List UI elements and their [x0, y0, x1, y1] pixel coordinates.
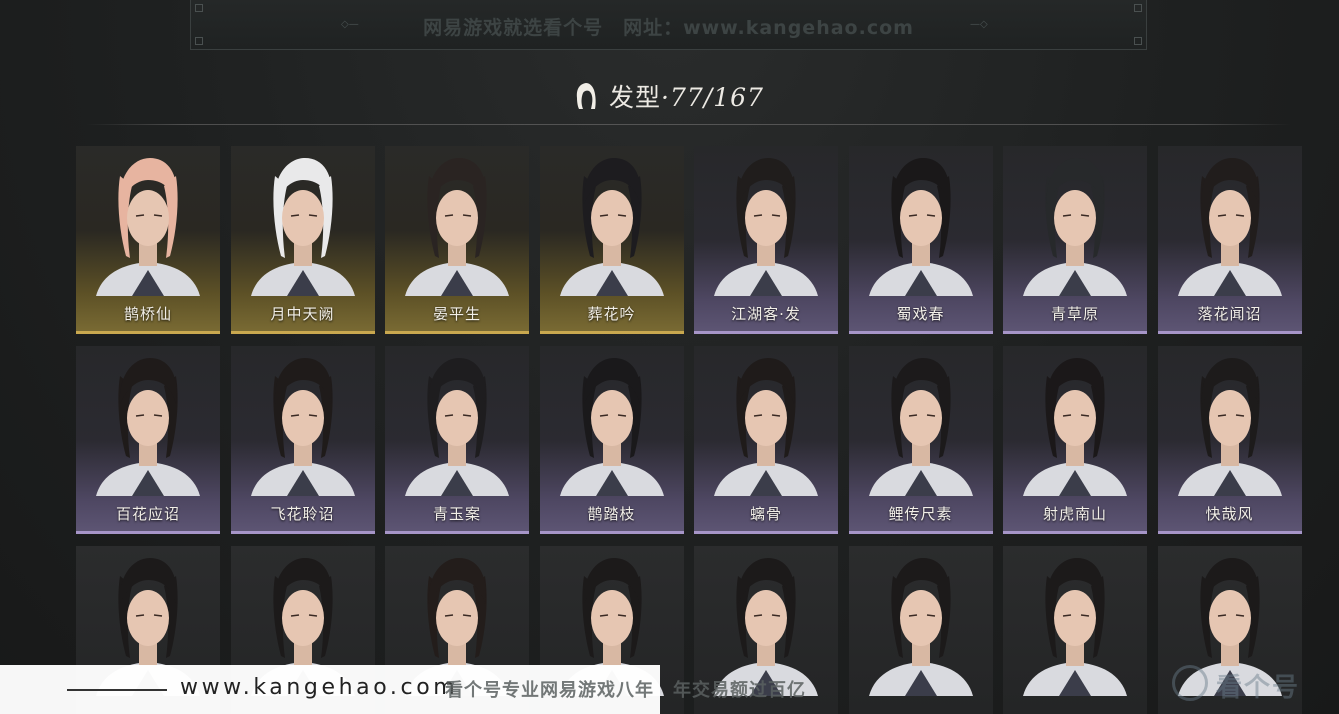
character-portrait [96, 358, 200, 496]
hairstyle-card[interactable] [1003, 546, 1147, 714]
character-portrait [1177, 158, 1282, 296]
hairstyle-card[interactable]: 百花应诏 [76, 346, 220, 534]
character-portrait [1023, 358, 1127, 496]
character-portrait [559, 158, 664, 296]
hairstyle-card[interactable]: 月中天阙 [230, 146, 375, 334]
character-portrait [1023, 158, 1127, 296]
ornament-icon: —◇ [970, 19, 988, 30]
hairstyle-name: 蜀戏春 [896, 305, 945, 323]
character-portrait [250, 358, 355, 496]
hairstyle-card[interactable]: 射虎南山 [1003, 346, 1147, 534]
hairstyle-card[interactable] [848, 546, 993, 714]
hairstyle-card[interactable]: 鲤传尺素 [848, 346, 993, 534]
character-portrait [868, 158, 973, 296]
hairstyle-name: 葬花吟 [587, 305, 636, 323]
hairstyle-name: 晏平生 [432, 305, 481, 323]
character-portrait [559, 358, 664, 496]
hairstyle-card[interactable]: 快哉风 [1157, 346, 1302, 534]
hairstyle-name: 鲤传尺素 [888, 505, 953, 523]
title-label: 发型 [609, 83, 662, 112]
hairstyle-card[interactable]: 飞花聆诏 [230, 346, 375, 534]
character-portrait [96, 158, 200, 296]
hairstyle-card[interactable]: 葬花吟 [539, 146, 684, 334]
character-portrait [250, 158, 355, 296]
character-portrait [1177, 358, 1282, 496]
hairstyle-card[interactable]: 蜀戏春 [848, 146, 993, 334]
logo-ring-icon [1172, 665, 1208, 701]
hairstyle-name: 螭骨 [749, 505, 782, 523]
hairstyle-name: 射虎南山 [1042, 505, 1107, 523]
page-title: 发型·77/167 [609, 78, 764, 114]
hairstyle-name: 江湖客·发 [731, 305, 801, 323]
watermark-banner-text: 网易游戏就选看个号 网址：www.kangehao.com [423, 17, 914, 39]
hairstyle-name: 鹊桥仙 [123, 305, 172, 323]
watermark-slogan: 看个号专业网易游戏八年 年交易额过百亿 [445, 680, 806, 701]
hairstyle-name: 快哉风 [1205, 505, 1254, 523]
hair-icon [576, 83, 596, 109]
watermark-logo-text: 看个号 [1216, 673, 1301, 703]
hairstyle-card[interactable]: 鹊踏枝 [539, 346, 684, 534]
character-portrait [1023, 558, 1127, 696]
hairstyle-screen: ◇— 网易游戏就选看个号 网址：www.kangehao.com —◇ 发型·7… [0, 0, 1339, 714]
hairstyle-name: 鹊踏枝 [587, 505, 636, 523]
character-portrait [714, 358, 818, 496]
hairstyle-card[interactable]: 江湖客·发 [694, 146, 838, 334]
character-portrait [405, 158, 509, 296]
character-portrait [868, 558, 973, 696]
watermark-url: www.kangehao.com [180, 675, 459, 700]
collection-count: ·77/167 [661, 83, 764, 112]
character-portrait [868, 358, 973, 496]
hairstyle-grid: 鹊桥仙 月中天阙 晏平生 葬花吟 江湖客·发 蜀戏春 青草原 落花闻诏百花应诏 飞花聆诏 青玉案 鹊… [76, 146, 1302, 714]
hairstyle-name: 飞花聆诏 [270, 505, 335, 523]
character-portrait [405, 358, 509, 496]
watermark-logo: 看个号 [1172, 663, 1332, 707]
hairstyle-name: 百花应诏 [115, 505, 180, 523]
hairstyle-name: 青玉案 [432, 505, 481, 523]
hairstyle-card[interactable]: 螭骨 [694, 346, 838, 534]
character-portrait [714, 558, 818, 696]
hairstyle-card[interactable]: 青草原 [1003, 146, 1147, 334]
hairstyle-name: 青草原 [1050, 305, 1099, 323]
hairstyle-name: 月中天阙 [270, 305, 335, 323]
header-divider [86, 124, 1290, 125]
hairstyle-card[interactable]: 落花闻诏 [1157, 146, 1302, 334]
hairstyle-card[interactable]: 鹊桥仙 [76, 146, 220, 334]
watermark-line [67, 689, 167, 691]
character-portrait [714, 158, 818, 296]
watermark-banner: ◇— 网易游戏就选看个号 网址：www.kangehao.com —◇ [190, 0, 1147, 50]
section-header: 发型·77/167 [0, 78, 1339, 114]
hairstyle-card[interactable]: 青玉案 [385, 346, 529, 534]
hairstyle-card[interactable]: 晏平生 [385, 146, 529, 334]
hairstyle-name: 落花闻诏 [1197, 305, 1262, 323]
